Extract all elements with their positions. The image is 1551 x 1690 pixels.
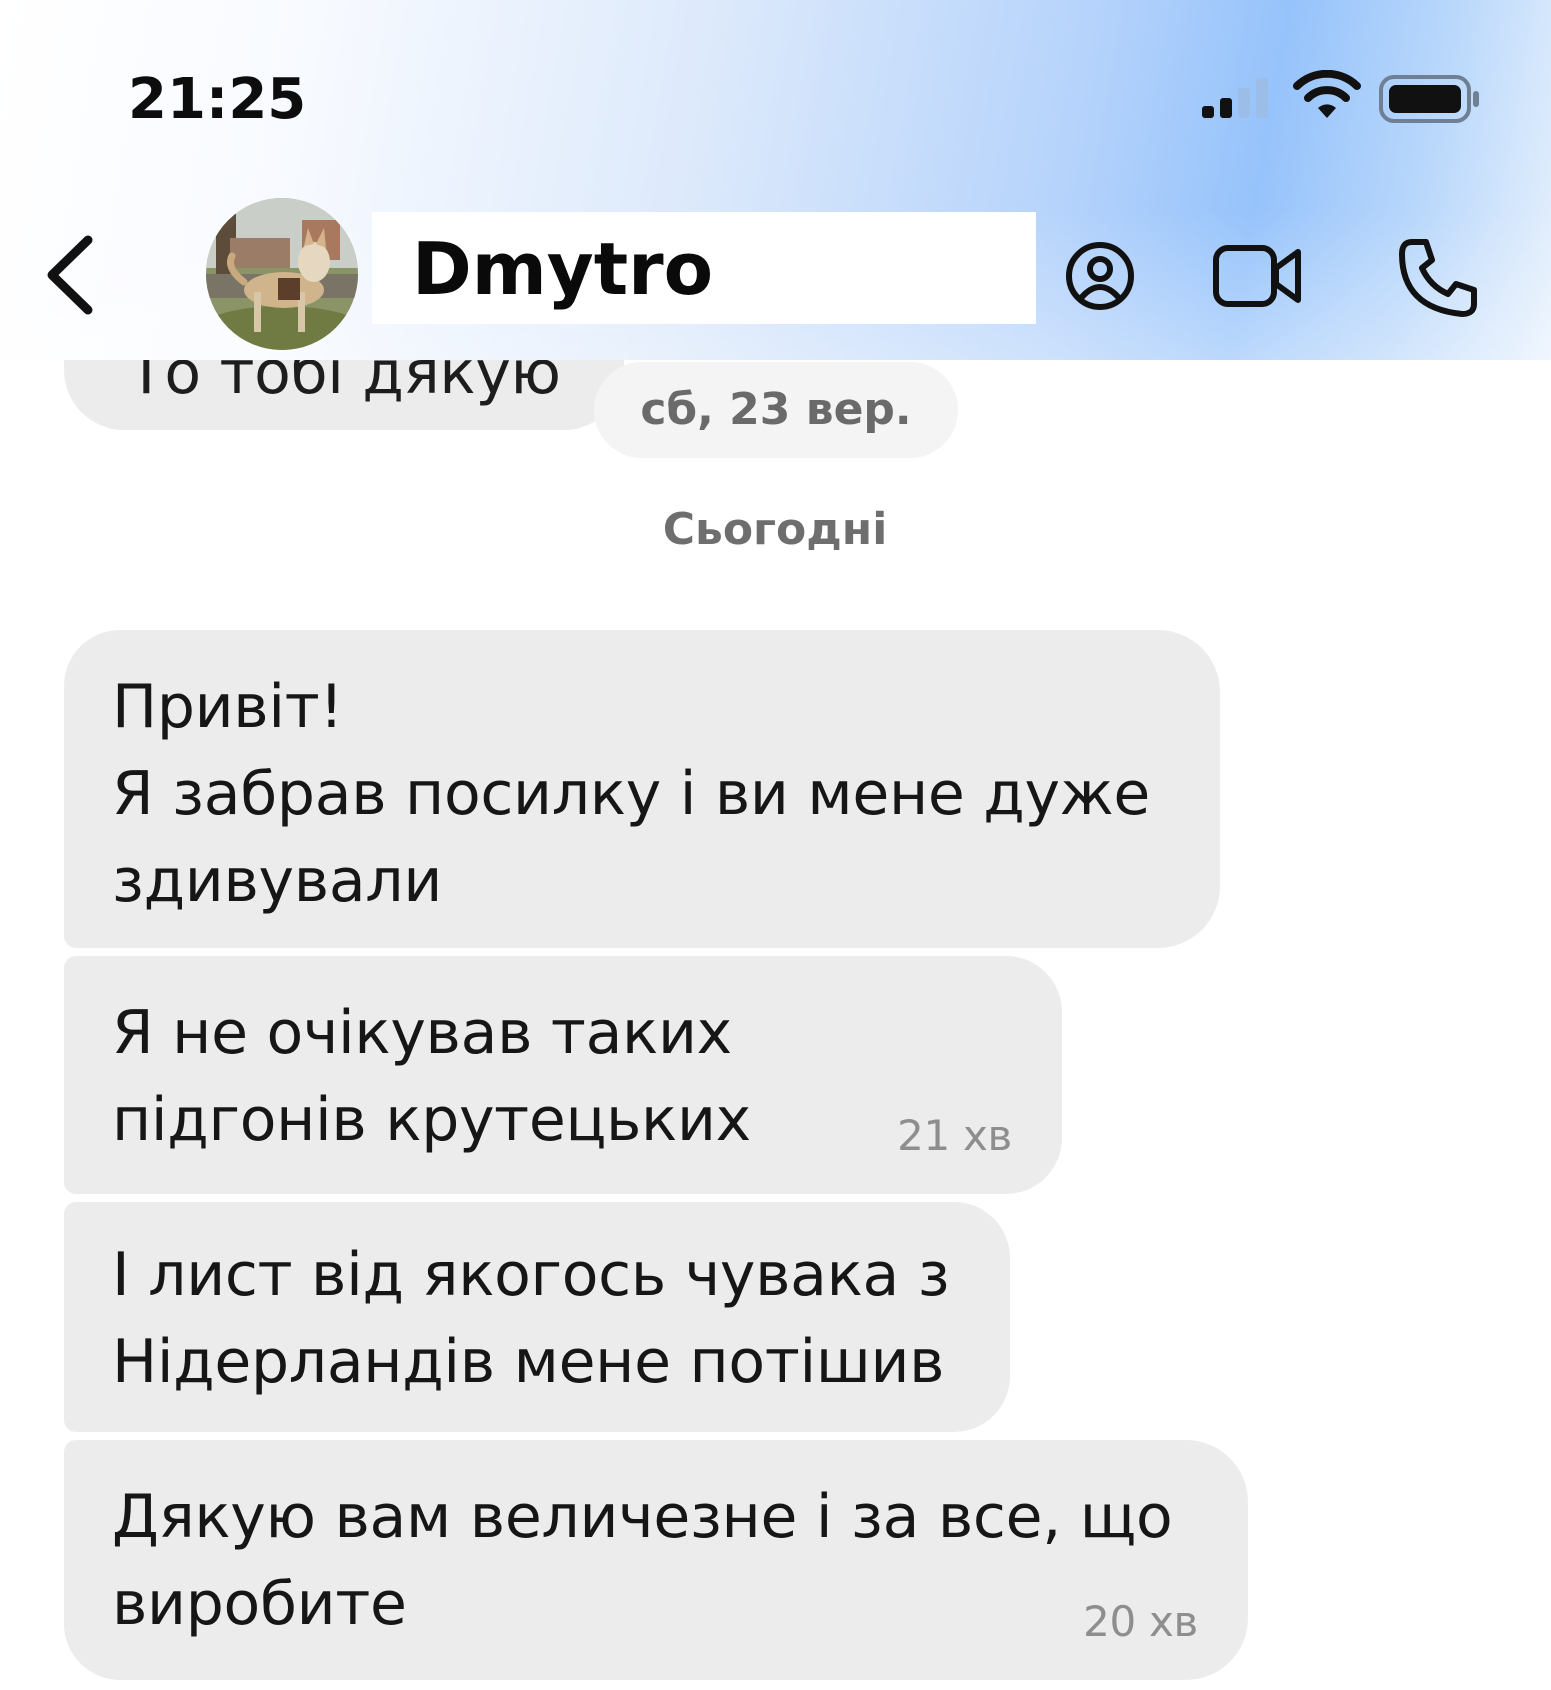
cellular-signal-icon (1202, 78, 1268, 118)
day-label: Сьогодні (662, 504, 888, 555)
message-bubble[interactable]: І лист від якогось чувака з Нідерландів … (64, 1202, 1010, 1432)
profile-icon[interactable] (1064, 240, 1136, 312)
message-timestamp: 20 хв (1083, 1597, 1198, 1646)
back-button[interactable] (30, 230, 120, 320)
message-timestamp: 21 хв (897, 1111, 1012, 1160)
contact-avatar[interactable] (206, 198, 358, 350)
video-call-icon[interactable] (1212, 240, 1304, 312)
message-text: І лист від якогось чувака з Нідерландів … (112, 1240, 950, 1397)
message-text: Привіт! Я забрав посилку і ви мене дуже … (112, 672, 1151, 916)
date-separator: сб, 23 вер. (594, 362, 958, 458)
message-bubble[interactable]: Дякую вам величезне і за все, що виробит… (64, 1440, 1248, 1680)
chat-header: 21:25 Dmytro (0, 0, 1551, 360)
message-text: Дякую вам величезне і за все, що виробит… (112, 1482, 1173, 1639)
status-time: 21:25 (128, 67, 307, 132)
phone-call-icon[interactable] (1396, 236, 1480, 320)
message-bubble[interactable]: Привіт! Я забрав посилку і ви мене дуже … (64, 630, 1220, 948)
contact-name: Dmytro (412, 227, 714, 311)
message-text: Я не очікував таких підгонів крутецьких (112, 998, 751, 1155)
battery-icon (1379, 75, 1479, 123)
message-bubble[interactable]: Я не очікував таких підгонів крутецьких … (64, 956, 1062, 1194)
contact-name-box[interactable]: Dmytro (372, 212, 1036, 324)
chat-screen: То тобі дякую сб, 23 вер. Сьогодні Приві… (0, 0, 1551, 1690)
wifi-icon (1293, 70, 1361, 118)
